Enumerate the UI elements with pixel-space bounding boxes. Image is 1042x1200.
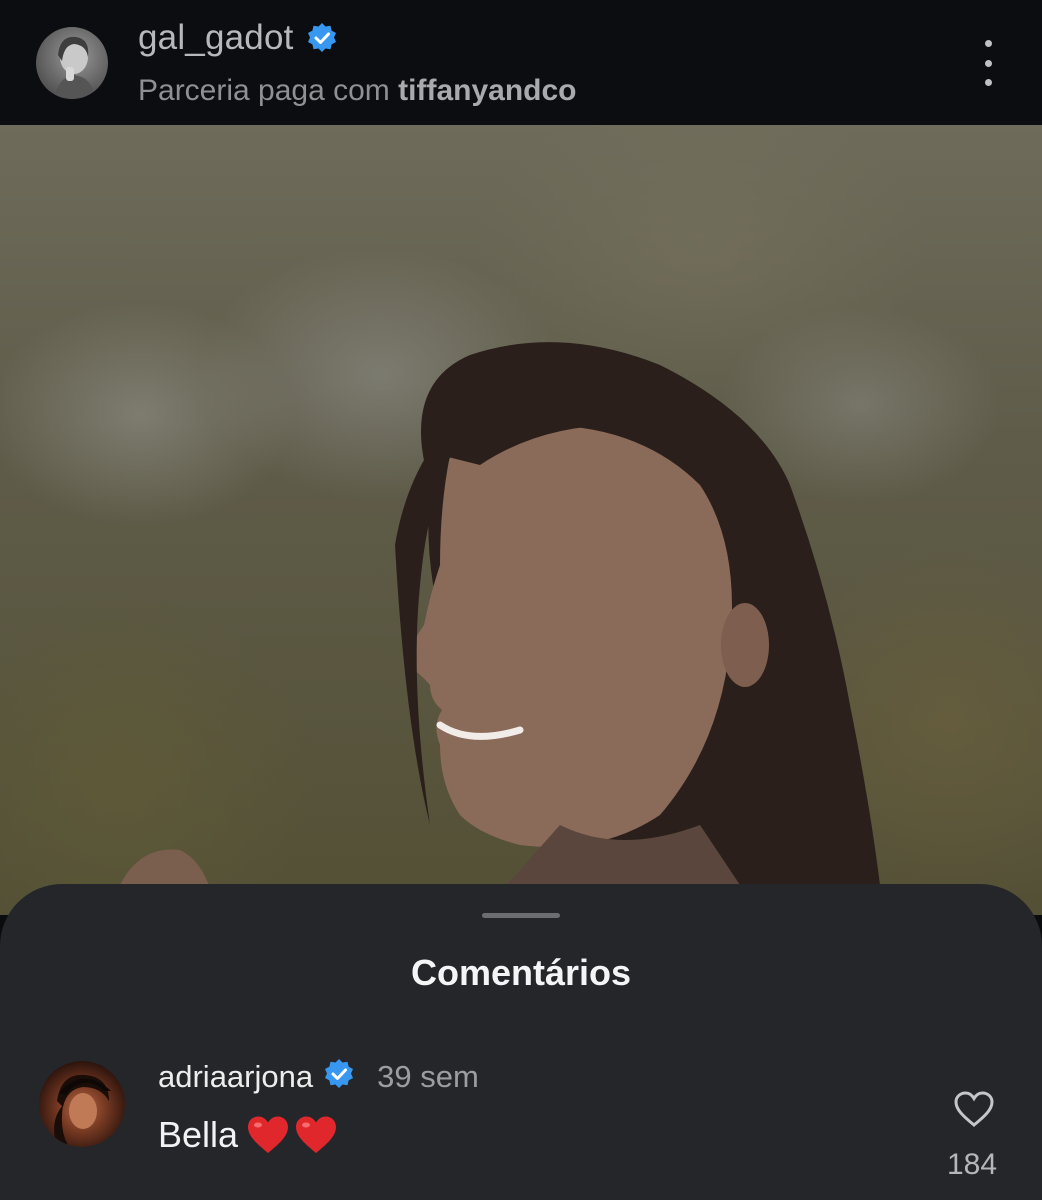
post-photo-image: [110, 342, 880, 915]
partner-username[interactable]: tiffanyandco: [398, 74, 576, 107]
post-username[interactable]: gal_gadot: [138, 18, 294, 58]
post-header: gal_gadot Parceria paga com tiffanyandco: [0, 0, 1042, 125]
red-heart-emoji-icon: [296, 1116, 337, 1153]
sheet-drag-handle[interactable]: [482, 913, 560, 918]
comment-username[interactable]: adriaarjona: [158, 1059, 313, 1095]
like-heart-icon[interactable]: [953, 1090, 995, 1133]
like-count: 184: [946, 1148, 998, 1181]
profile-avatar[interactable]: [36, 27, 108, 99]
comment-avatar[interactable]: [39, 1061, 125, 1147]
commenter-portrait-image: [54, 1074, 111, 1147]
comments-title: Comentários: [410, 952, 632, 993]
comment-body: Bella: [158, 1114, 338, 1156]
comment-text: Bella: [158, 1114, 239, 1155]
comments-sheet: Comentários adriaarjona 39 sem Bella 184: [0, 884, 1042, 1200]
verified-badge-icon: [306, 22, 338, 54]
avatar-portrait-image: [54, 36, 96, 99]
paid-partnership-label: Parceria paga com tiffanyandco: [138, 74, 577, 108]
post-photo[interactable]: [0, 125, 1042, 915]
comment-timestamp: 39 sem: [377, 1058, 479, 1094]
paid-partnership-prefix: Parceria paga com: [138, 74, 399, 107]
red-heart-emoji-icon: [248, 1116, 289, 1153]
verified-badge-icon: [323, 1058, 355, 1095]
more-options-icon[interactable]: [968, 40, 1008, 86]
